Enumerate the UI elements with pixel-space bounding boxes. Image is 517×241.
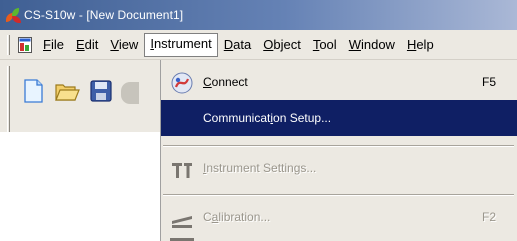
menu-items: File Edit View Instrument Data Object To…: [37, 30, 440, 60]
menu-item-label: Connect: [203, 75, 248, 89]
menu-item-calibration[interactable]: Calibration... F2: [161, 199, 517, 235]
menu-edit[interactable]: Edit: [70, 34, 104, 56]
save-disk-icon[interactable]: [87, 77, 115, 105]
menu-instrument[interactable]: Instrument: [144, 33, 218, 57]
menu-separator: [163, 194, 514, 196]
connect-plug-icon: [171, 72, 193, 94]
calibration-icon: [172, 216, 192, 228]
menubar-grip[interactable]: [7, 35, 10, 55]
menu-item-communication-setup[interactable]: Communication Setup...: [161, 100, 517, 136]
menu-item-label: Calibration...: [203, 210, 271, 224]
menu-item-connect[interactable]: Connect F5: [161, 64, 517, 100]
menu-item-instrument-settings[interactable]: Instrument Settings...: [161, 150, 517, 186]
open-folder-icon[interactable]: [53, 77, 81, 105]
menu-bar: File Edit View Instrument Data Object To…: [0, 30, 517, 60]
menu-item-shortcut: F2: [481, 210, 496, 224]
menu-view[interactable]: View: [104, 34, 144, 56]
partial-toolbar-icon[interactable]: [121, 82, 139, 104]
document-icon[interactable]: [18, 37, 33, 53]
menu-separator: [163, 145, 514, 147]
menu-file[interactable]: File: [37, 34, 70, 56]
menu-item-label: Instrument Settings...: [203, 161, 317, 175]
menu-help[interactable]: Help: [401, 34, 440, 56]
app-logo-icon: [5, 7, 21, 23]
menu-data[interactable]: Data: [218, 34, 257, 56]
menu-object[interactable]: Object: [257, 34, 307, 56]
window-title: CS-S10w - [New Document1]: [24, 8, 184, 22]
menu-item-shortcut: F5: [481, 75, 496, 89]
menu-window[interactable]: Window: [343, 34, 401, 56]
toolbar-grip[interactable]: [7, 66, 10, 132]
instrument-settings-icon: [172, 163, 192, 178]
new-document-icon[interactable]: [19, 77, 47, 105]
menu-item-label: Communication Setup...: [203, 111, 332, 125]
instrument-menu: Connect F5 Communication Setup... Instru…: [160, 60, 517, 241]
menu-tool[interactable]: Tool: [307, 34, 343, 56]
title-bar: CS-S10w - [New Document1]: [0, 0, 517, 30]
